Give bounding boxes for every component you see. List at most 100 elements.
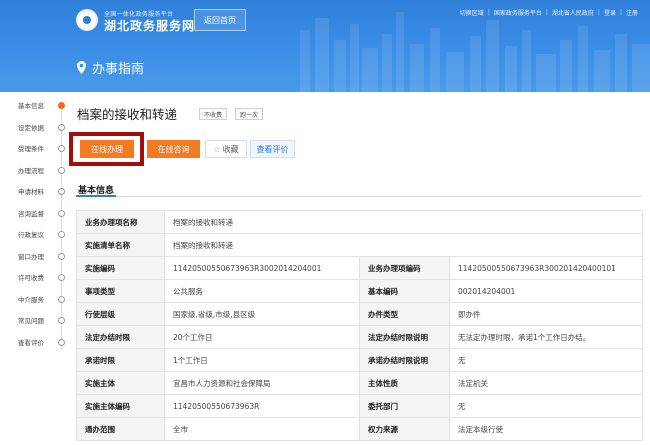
- nav-item-ratings[interactable]: 查看评价: [18, 335, 68, 349]
- nav-dot-icon: [58, 295, 65, 303]
- table-value: 宜昌市人力资源和社会保障局: [164, 371, 360, 395]
- table-label: 办件类型: [359, 302, 450, 326]
- nav-dot-icon: [58, 273, 65, 281]
- favorite-label: 收藏: [222, 144, 239, 154]
- nav-item-process[interactable]: 办理流程: [18, 163, 68, 177]
- nav-label: 办理流程: [18, 167, 44, 175]
- nav-item-admin-review[interactable]: 行政复议: [18, 227, 68, 241]
- table-value: 20个工作日: [164, 325, 360, 349]
- highlight-annotation-box: [69, 132, 144, 166]
- table-value: 002014204001: [448, 279, 644, 303]
- register-link[interactable]: 注册: [622, 8, 642, 17]
- nav-dot-icon: [58, 209, 65, 217]
- nav-dot-icon: [58, 187, 65, 195]
- table-label: 事项类型: [76, 279, 165, 303]
- visit-tag: 跑一次: [235, 108, 264, 120]
- switch-region-link[interactable]: 切换区域: [456, 8, 488, 17]
- star-icon: ☆: [213, 144, 221, 154]
- table-row: 业务办理项名称 档案的接收和转递: [76, 210, 644, 234]
- nav-label: 设定依据: [18, 124, 44, 132]
- table-value: 全市: [164, 417, 360, 441]
- table-label: 实施编码: [76, 256, 165, 280]
- table-value: 11420500550673963R: [164, 394, 360, 418]
- nav-label: 查看评价: [18, 339, 44, 347]
- nav-dot-icon: [58, 338, 65, 346]
- fee-tag: 不收费: [199, 108, 228, 120]
- home-button[interactable]: 返回首页: [194, 9, 246, 31]
- nav-dot-icon: [58, 230, 65, 238]
- table-label: 基本编码: [359, 279, 450, 303]
- table-label: 行使层级: [76, 302, 165, 326]
- favorite-button[interactable]: ☆ 收藏: [205, 140, 247, 158]
- table-value: 法定本级行使: [448, 417, 644, 441]
- nav-item-legal-basis[interactable]: 设定依据: [18, 120, 68, 134]
- table-value: 无: [448, 394, 644, 418]
- nav-label: 申请材料: [18, 188, 44, 196]
- page-title-text: 办事指南: [92, 62, 145, 77]
- table-value: 档案的接收和转递: [163, 233, 644, 257]
- location-pin-icon: [77, 61, 86, 74]
- item-title: 档案的接收和转递: [77, 107, 178, 122]
- nav-label: 许可收费: [18, 274, 44, 282]
- nav-item-faq[interactable]: 常见问题: [18, 313, 68, 327]
- table-label: 权力来源: [359, 417, 450, 441]
- section-divider: [76, 196, 642, 197]
- nav-item-fees[interactable]: 许可收费: [18, 270, 68, 284]
- table-label: 承诺办结时限说明: [359, 348, 450, 372]
- table-value: 11420500550673963R3002014204001: [164, 256, 360, 280]
- nav-label: 常见问题: [18, 317, 44, 325]
- table-label: 法定办结时限说明: [359, 325, 450, 349]
- table-row: 实施编码 11420500550673963R3002014204001 业务办…: [76, 256, 644, 280]
- table-label: 实施主体: [76, 371, 165, 395]
- nav-item-conditions[interactable]: 受理条件: [18, 141, 68, 155]
- table-label: 承诺时限: [76, 348, 165, 372]
- table-value: 无法定办理时限，承诺1个工作日办结。: [448, 325, 644, 349]
- online-consult-button[interactable]: 在线咨询: [147, 140, 200, 158]
- page-title: 办事指南: [77, 58, 144, 77]
- nav-item-agency[interactable]: 中介服务: [18, 292, 68, 306]
- table-value: 公共服务: [164, 279, 360, 303]
- view-ratings-button[interactable]: 查看评价: [250, 140, 295, 158]
- table-row: 实施清单名称 档案的接收和转递: [76, 233, 644, 257]
- table-value: 国家级,省级,市级,县区级: [164, 302, 360, 326]
- table-row: 事项类型 公共服务 基本编码 002014204001: [76, 279, 644, 303]
- table-row: 法定办结时限 20个工作日 法定办结时限说明 无法定办理时限，承诺1个工作日办结…: [76, 325, 644, 349]
- site-header: 全国一体化政务服务平台 湖北政务服务网 返回首页 切换区域 | 国家政务服务平台…: [0, 0, 650, 92]
- table-row: 通办范围 全市 权力来源 法定本级行使: [76, 417, 644, 441]
- hubei-government-link[interactable]: 湖北省人民政府: [548, 8, 598, 17]
- table-row: 实施主体 宜昌市人力资源和社会保障局 主体性质 法定机关: [76, 371, 644, 395]
- table-value: 即办件: [448, 302, 644, 326]
- table-row: 实施主体编码 11420500550673963R 委托部门 无: [76, 394, 644, 418]
- nav-item-materials[interactable]: 申请材料: [18, 184, 68, 198]
- nav-label: 行政复议: [18, 231, 44, 239]
- nav-dot-active-icon: [58, 101, 65, 109]
- table-row: 承诺时限 1个工作日 承诺办结时限说明 无: [76, 348, 644, 372]
- nav-dot-icon: [58, 316, 65, 324]
- table-label: 业务办理项编码: [359, 256, 450, 280]
- table-value: 11420500550673963R300201420400101: [448, 256, 644, 280]
- nav-dot-icon: [58, 144, 65, 152]
- table-value: 档案的接收和转递: [163, 210, 644, 234]
- nav-dot-icon: [58, 123, 65, 131]
- nav-item-window[interactable]: 窗口办理: [18, 249, 68, 263]
- table-label: 委托部门: [359, 394, 450, 418]
- basic-info-table: 业务办理项名称 档案的接收和转递 实施清单名称 档案的接收和转递 实施编码 11…: [76, 210, 644, 441]
- table-value: 1个工作日: [164, 348, 360, 372]
- table-label: 业务办理项名称: [76, 210, 165, 234]
- table-value: 法定机关: [448, 371, 644, 395]
- login-link[interactable]: 登录: [600, 8, 620, 17]
- nav-item-consult-supervise[interactable]: 咨询监督: [18, 206, 68, 220]
- nav-label: 咨询监督: [18, 210, 44, 218]
- table-label: 实施主体编码: [76, 394, 165, 418]
- national-platform-link[interactable]: 国家政务服务平台: [490, 8, 546, 17]
- table-row: 行使层级 国家级,省级,市级,县区级 办件类型 即办件: [76, 302, 644, 326]
- nav-dot-icon: [58, 166, 65, 174]
- nav-item-basic-info[interactable]: 基本信息: [18, 98, 68, 112]
- government-emblem-icon: [76, 9, 98, 31]
- site-logo-text[interactable]: 湖北政务服务网: [104, 17, 195, 34]
- table-label: 主体性质: [359, 371, 450, 395]
- table-label: 实施清单名称: [76, 233, 165, 257]
- nav-label: 窗口办理: [18, 253, 44, 261]
- section-divider-accent: [76, 195, 116, 197]
- nav-dot-icon: [58, 252, 65, 260]
